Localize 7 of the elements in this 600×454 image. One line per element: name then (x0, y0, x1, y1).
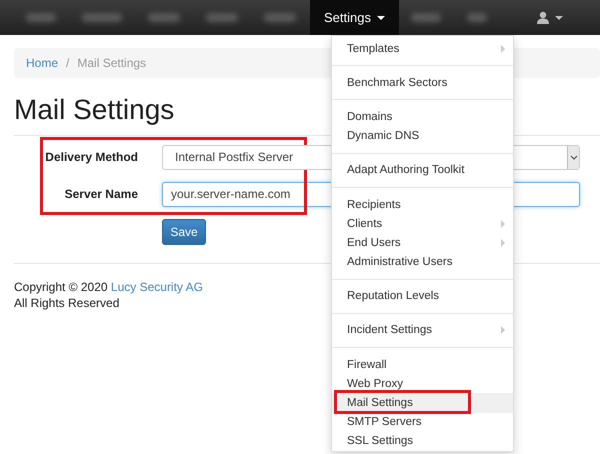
copyright-text: Copyright © 2020 Lucy Security AG (14, 278, 203, 295)
rights-text: All Rights Reserved (14, 294, 120, 311)
breadcrumb-current: Mail Settings (77, 56, 146, 70)
breadcrumb-separator: / (66, 56, 70, 70)
field-label: Server Name (64, 187, 138, 202)
field-label: Delivery Method (44, 150, 138, 164)
page-title: Mail Settings (14, 95, 174, 126)
